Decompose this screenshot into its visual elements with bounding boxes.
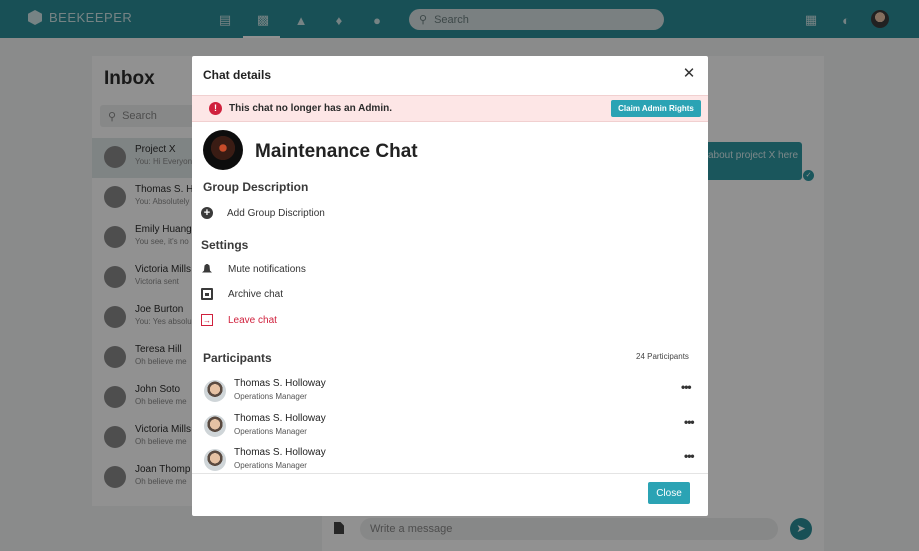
alert-icon: ! [209, 102, 222, 115]
participants-count: 24 Participants [636, 352, 689, 361]
settings-title: Settings [201, 238, 249, 252]
archive-icon [201, 288, 213, 300]
avatar [204, 449, 226, 471]
chat-details-dialog: Chat details ✕ ! This chat no longer has… [192, 56, 708, 516]
leave-chat-button[interactable]: → Leave chat [201, 312, 277, 328]
participant-role: Operations Manager [234, 461, 307, 470]
bell-icon [201, 263, 213, 275]
group-description-title: Group Description [203, 180, 309, 194]
group-avatar[interactable] [203, 130, 243, 170]
participant-name: Thomas S. Holloway [234, 413, 326, 424]
participants-title: Participants [203, 351, 272, 365]
dialog-footer-divider [192, 473, 708, 474]
avatar [204, 380, 226, 402]
more-options-icon[interactable]: ••• [684, 415, 695, 429]
no-admin-alert: ! This chat no longer has an Admin. Clai… [192, 95, 708, 122]
more-options-icon[interactable]: ••• [684, 449, 695, 463]
archive-chat-button[interactable]: Archive chat [201, 286, 283, 302]
leave-icon: → [201, 314, 213, 326]
dialog-title: Chat details [203, 68, 272, 82]
plus-circle-icon: + [201, 207, 213, 219]
archive-label: Archive chat [228, 288, 284, 300]
mute-label: Mute notifications [228, 263, 306, 275]
add-description-label: Add Group Discription [227, 207, 325, 219]
participant-role: Operations Manager [234, 427, 307, 436]
more-options-icon[interactable]: ••• [681, 380, 692, 394]
participant-row[interactable]: Thomas S. Holloway Operations Manager ••… [192, 376, 708, 410]
claim-admin-rights-button[interactable]: Claim Admin Rights [611, 100, 701, 117]
alert-text: This chat no longer has an Admin. [229, 103, 392, 114]
mute-notifications-button[interactable]: Mute notifications [201, 261, 306, 277]
participant-name: Thomas S. Holloway [234, 447, 326, 458]
participant-row[interactable]: Thomas S. Holloway Operations Manager ••… [192, 411, 708, 445]
participant-name: Thomas S. Holloway [234, 378, 326, 389]
leave-label: Leave chat [228, 314, 277, 326]
close-icon[interactable]: ✕ [681, 66, 697, 82]
participant-role: Operations Manager [234, 392, 307, 401]
avatar [204, 415, 226, 437]
group-name: Maintenance Chat [255, 141, 418, 162]
add-group-description-button[interactable]: + Add Group Discription [201, 205, 325, 221]
close-button[interactable]: Close [648, 482, 690, 504]
